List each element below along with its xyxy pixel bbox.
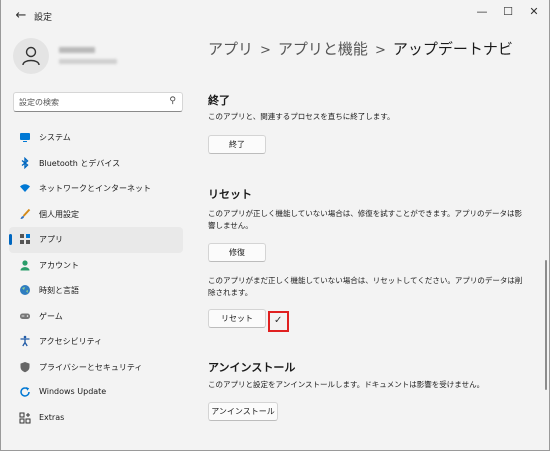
sidebar: ⚲ システム Bluetooth とデバイスネットワークとインターネット個人用設定… [1,32,193,451]
sidebar-item-0[interactable]: システム [9,125,183,151]
sidebar-nav: システム Bluetooth とデバイスネットワークとインターネット 個人用設定アプ… [9,125,183,431]
close-icon[interactable]: ✕ [521,3,547,21]
sidebar-item-8[interactable]: アクセシビリティ [9,329,183,355]
sidebar-item-3[interactable]: 個人用設定 [9,202,183,228]
sidebar-item-label: プライバシーとセキュリティ [39,362,143,372]
sidebar-item-label: Windows Update [39,387,107,396]
bluetooth-icon [19,156,31,169]
reset-description: このアプリがまだ正しく機能していない場合は、リセットしてください。アプリのデータ… [208,276,523,297]
extras-icon [19,412,31,424]
main-content: アプリ > アプリと機能 > アップデートナビ 終了 このアプリと、関連するプロセスを直… [193,32,549,451]
sidebar-item-label: 個人用設定 [39,209,79,219]
chevron-right-icon: > [260,43,271,58]
breadcrumb-apps[interactable]: アプリ [208,40,253,58]
title-bar: ← 設定 — ☐ ✕ [1,0,549,32]
user-name-redacted [59,47,95,53]
sidebar-item-label: アクセシビリティ [39,337,103,346]
sidebar-item-label: ネットワークとインターネット [39,184,151,193]
repair-button[interactable]: 修復 [208,243,266,262]
maximize-icon[interactable]: ☐ [495,3,521,21]
avatar [13,38,49,74]
sidebar-item-label: Bluetooth とデバイス [39,158,121,168]
globe-icon [19,284,31,296]
sidebar-item-label: 時刻と言語 [39,286,79,295]
terminate-description: このアプリと、関連するプロセスを直ちに終了します。 [208,112,395,121]
person-icon [19,259,31,271]
sidebar-item-label: アプリ [39,235,63,244]
search-icon[interactable]: ⚲ [169,96,176,106]
reset-heading: リセット [208,188,252,201]
update-icon [19,386,31,398]
search-input[interactable] [19,94,159,110]
sidebar-item-2[interactable]: ネットワークとインターネット [9,176,183,202]
active-indicator [9,234,12,245]
sidebar-item-5[interactable]: アカウント [9,253,183,279]
checkmark-icon: ✓ [274,315,283,326]
sidebar-item-4[interactable]: アプリ [9,227,183,253]
breadcrumb-apps-features[interactable]: アプリと機能 [278,40,368,58]
user-account-redacted [59,59,117,64]
accessibility-icon [19,335,31,347]
chevron-right-icon: > [374,43,386,58]
minimize-icon[interactable]: — [469,3,495,21]
sidebar-item-label: Extras [39,412,65,422]
repair-description: このアプリが正しく機能していない場合は、修復を試すことができます。アプリのデータ… [208,209,523,230]
sidebar-item-label: アカウント [39,260,79,270]
sidebar-item-11[interactable]: Extras [9,406,183,432]
monitor-icon [19,131,31,143]
uninstall-heading: アンインストール [208,361,296,374]
reset-button[interactable]: リセット [208,309,266,328]
sidebar-item-9[interactable]: プライバシーとセキュリティ [9,355,183,381]
sidebar-item-label: システム [39,133,71,142]
apps-icon [19,233,31,245]
shield-icon [19,361,31,373]
breadcrumb: アプリ > アプリと機能 > アップデートナビ [208,38,513,59]
search-box: ⚲ [13,92,183,112]
brush-icon [19,208,31,220]
settings-window: ← 設定 — ☐ ✕ ⚲ システム Bluetooth とデバイスネットワークとイ… [0,0,550,451]
scrollbar[interactable] [545,260,547,390]
wifi-icon [19,182,31,194]
terminate-heading: 終了 [208,94,230,107]
reset-complete-highlight: ✓ [268,311,289,332]
sidebar-item-1[interactable]: Bluetooth とデバイス [9,151,183,177]
gamepad-icon [19,310,31,322]
uninstall-description: このアプリと設定をアンインストールします。ドキュメントは影響を受けません。 [208,380,485,389]
sidebar-item-7[interactable]: ゲーム [9,304,183,330]
sidebar-item-10[interactable]: Windows Update [9,380,183,406]
person-silhouette-icon [22,46,40,66]
page-title: アップデートナビ [392,40,513,58]
sidebar-item-label: ゲーム [39,311,63,321]
uninstall-button[interactable]: アンインストール [208,402,278,421]
back-arrow-icon[interactable]: ← [13,8,29,24]
terminate-button[interactable]: 終了 [208,135,266,154]
sidebar-item-6[interactable]: 時刻と言語 [9,278,183,304]
window-title: 設定 [34,13,53,23]
user-profile[interactable] [13,38,183,78]
